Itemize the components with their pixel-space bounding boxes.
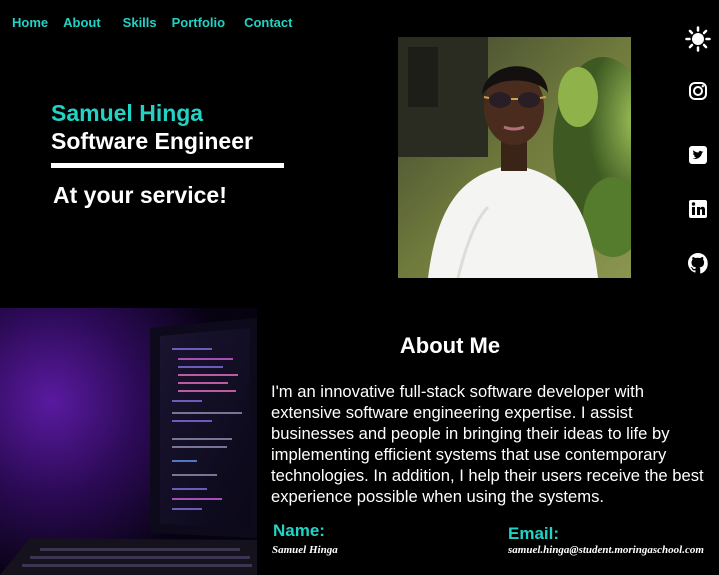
name-label: Name: <box>273 521 325 540</box>
name-value: Samuel Hinga <box>272 544 338 556</box>
hero-role: Software Engineer <box>51 128 253 154</box>
profile-photo <box>398 37 631 278</box>
nav-portfolio-link[interactable]: Portfolio <box>172 15 225 30</box>
page: Home About Skills Portfolio Contact Samu… <box>0 0 719 575</box>
twitter-icon[interactable] <box>684 141 712 169</box>
main-nav: Home About Skills Portfolio Contact <box>12 15 292 30</box>
hero-name: Samuel Hinga <box>51 100 204 126</box>
about-body: I'm an innovative full-stack software de… <box>271 382 704 506</box>
email-label: Email: <box>508 524 560 543</box>
linkedin-icon[interactable] <box>684 195 712 223</box>
nav-home-link[interactable]: Home <box>12 15 48 30</box>
hero-tagline: At your service! <box>53 182 227 208</box>
nav-skills-link[interactable]: Skills <box>123 15 157 30</box>
nav-about-link[interactable]: About <box>63 15 101 30</box>
github-icon[interactable] <box>684 249 712 277</box>
sun-icon[interactable] <box>684 25 712 53</box>
nav-contact-link[interactable]: Contact <box>244 15 292 30</box>
about-title: About Me <box>399 333 501 358</box>
email-value[interactable]: samuel.hinga@student.moringaschool.com <box>508 544 704 556</box>
hero-divider <box>51 163 284 168</box>
laptop-image <box>0 308 257 575</box>
instagram-icon[interactable] <box>684 77 712 105</box>
